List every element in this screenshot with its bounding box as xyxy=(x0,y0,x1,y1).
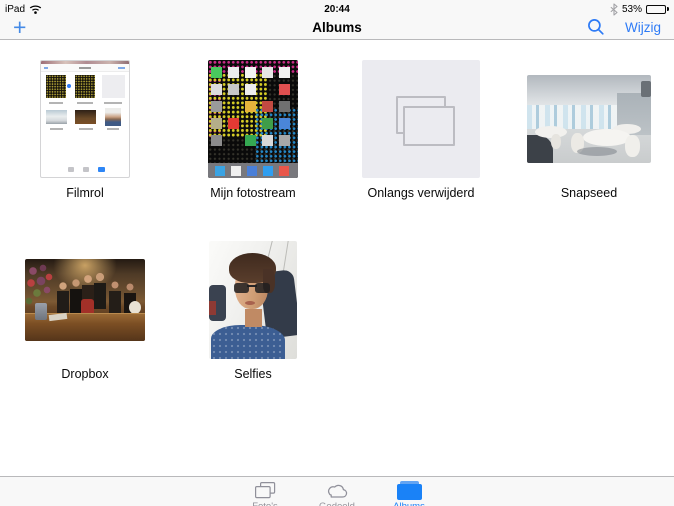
album-mijn-fotostream[interactable]: Mijn fotostream xyxy=(169,60,337,201)
tab-bar: Foto's Gedeeld Albums xyxy=(0,476,674,506)
album-filmrol[interactable]: Filmrol xyxy=(1,60,169,201)
battery-icon xyxy=(646,4,669,14)
album-thumbnail-onlangs xyxy=(362,60,480,178)
album-thumbnail-filmrol xyxy=(40,60,130,178)
tab-gedeeld[interactable]: Gedeeld xyxy=(308,480,366,506)
search-icon[interactable] xyxy=(587,18,605,36)
page-title: Albums xyxy=(312,19,362,35)
albums-icon xyxy=(396,480,422,500)
tab-albums[interactable]: Albums xyxy=(380,480,438,506)
nav-bar: + Albums Wijzig xyxy=(0,14,674,40)
album-thumbnail-dropbox xyxy=(25,259,145,341)
album-thumbnail-snapseed xyxy=(527,75,651,163)
album-label: Dropbox xyxy=(61,367,109,381)
album-label: Mijn fotostream xyxy=(210,186,296,200)
album-onlangs-verwijderd[interactable]: Onlangs verwijderd xyxy=(337,60,505,201)
album-row-2: Dropbox Selfies xyxy=(0,241,674,382)
album-snapseed[interactable]: Snapseed xyxy=(505,60,673,201)
edit-button[interactable]: Wijzig xyxy=(625,20,661,35)
battery-percent: 53% xyxy=(621,3,642,15)
top-bar: iPad 20:44 53% + Albums Wijzig xyxy=(0,0,674,40)
album-label: Snapseed xyxy=(560,186,618,200)
album-label: Selfies xyxy=(234,367,272,381)
photos-app-screen: iPad 20:44 53% + Albums Wijzig Filmrol M… xyxy=(0,0,674,506)
status-right: 53% xyxy=(610,2,669,16)
tab-fotos[interactable]: Foto's xyxy=(236,480,294,506)
bluetooth-icon xyxy=(610,2,618,16)
nav-right: Wijzig xyxy=(587,18,661,36)
clock: 20:44 xyxy=(324,3,350,15)
album-dropbox[interactable]: Dropbox xyxy=(1,241,169,382)
album-thumbnail-fotostream xyxy=(208,60,298,178)
album-grid: Filmrol Mijn fotostream Onlangs verwijde… xyxy=(0,41,674,476)
album-label: Filmrol xyxy=(66,186,104,200)
album-thumbnail-selfies xyxy=(209,241,297,359)
album-label: Onlangs verwijderd xyxy=(367,186,475,200)
photos-stack-icon xyxy=(254,481,275,498)
album-selfies[interactable]: Selfies xyxy=(169,241,337,382)
cloud-icon xyxy=(327,484,347,498)
album-row-1: Filmrol Mijn fotostream Onlangs verwijde… xyxy=(0,60,674,201)
